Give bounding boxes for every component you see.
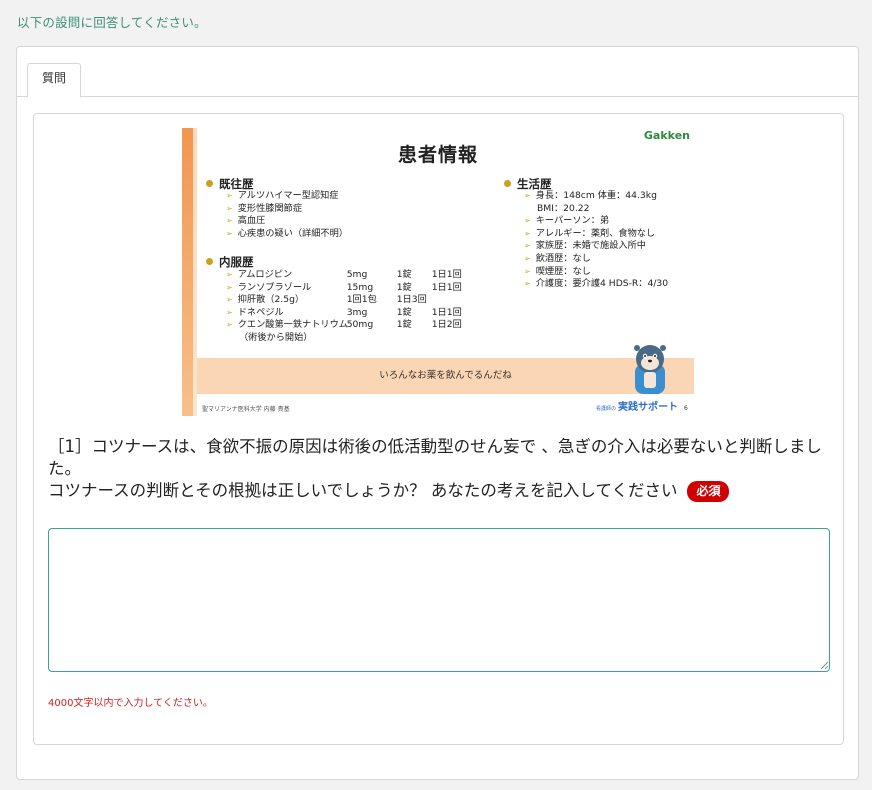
life-item: ➢ 家族歴：未婚で施設入所中 [524, 240, 646, 252]
meds-list: ➢ アムロジピン 5mg 1錠 1日1回 ➢ ランソプラゾール 15mg 1錠 1日1回 ➢ 抑肝散（… [226, 269, 462, 345]
meds-heading: 内服歴 [206, 254, 254, 270]
life-item: ➢ アレルギー：薬剤、食物なし [524, 227, 656, 239]
arrow-bullet-icon: ➢ [524, 191, 531, 200]
tab-question[interactable]: 質問 [27, 63, 81, 98]
tab-bar: 質問 [17, 47, 858, 98]
arrow-bullet-icon: ➢ [226, 228, 233, 238]
arrow-bullet-icon: ➢ [524, 228, 531, 238]
slide-title: 患者情報 [397, 144, 478, 166]
arrow-bullet-icon: ➢ [226, 270, 233, 279]
life-list: ➢ 身長：148cm 体重：44.3kg BMI：20.22 ➢ キーパーソン：弟 ➢ アレ… [524, 190, 668, 291]
med-item: ➢ ランソプラゾール 15mg 1錠 1日1回 [226, 281, 462, 293]
slide-page-number: 6 [684, 405, 688, 412]
arrow-bullet-icon: ➢ [524, 253, 531, 263]
arrow-bullet-icon: ➢ [524, 216, 531, 226]
history-list: ➢ アルツハイマー型認知症 ➢ 変形性膝関節症 ➢ 高血圧 ➢ 心疾患の疑い（詳細不明） [226, 190, 348, 240]
med-note: （術後から開始） [239, 331, 313, 343]
question-card: 患者情報 Gakken 既往歴 ➢ アルツハイマー型認知症 ➢ 変形性膝関節症 ➢ 高血圧… [33, 113, 844, 745]
slide-banner: いろんなお薬を飲んでるんだね [197, 358, 694, 394]
arrow-bullet-icon: ➢ [226, 295, 233, 305]
arrow-bullet-icon: ➢ [226, 216, 233, 226]
bullet-icon [504, 180, 511, 187]
life-item: ➢ キーパーソン：弟 [524, 215, 610, 227]
history-item: ➢ アルツハイマー型認知症 [226, 190, 339, 201]
arrow-bullet-icon: ➢ [524, 279, 531, 289]
patient-info-slide: 患者情報 Gakken 既往歴 ➢ アルツハイマー型認知症 ➢ 変形性膝関節症 ➢ 高血圧… [182, 128, 694, 416]
arrow-bullet-icon: ➢ [226, 203, 233, 213]
med-item: ➢ アムロジピン 5mg 1錠 1日1回 [226, 269, 462, 280]
arrow-bullet-icon: ➢ [524, 241, 531, 251]
otter-mascot-icon [634, 345, 666, 394]
history-item: ➢ 高血圧 [226, 215, 266, 227]
med-item: ➢ ドネペジル 3mg 1錠 1日1回 [226, 306, 462, 318]
life-item: ➢ 介護度：要介護4 HDS-R：4/30 [524, 278, 669, 290]
arrow-bullet-icon: ➢ [226, 191, 233, 200]
question-text: ［1］コツナースは、食欲不振の原因は術後の低活動型のせん妄で 、急ぎの介入は必要… [48, 436, 833, 502]
resize-grip-icon[interactable] [819, 660, 829, 670]
life-item: ➢ 飲酒歴：なし [524, 252, 591, 264]
history-item: ➢ 心疾患の疑い（詳細不明） [226, 227, 348, 239]
answer-textarea[interactable] [48, 528, 830, 672]
slide-credit: 聖マリアンナ医科大学 内藤 貴基 [202, 406, 290, 413]
question-panel: 質問 患者情報 Gakken 既往歴 ➢ アルツハイマー型認知症 ➢ 変形性膝関節症 ➢… [16, 46, 859, 780]
slide-footer-logo: 看護師の 実践サポート 6 [596, 402, 688, 413]
question-line-1: ［1］コツナースは、食欲不振の原因は術後の低活動型のせん妄で 、急ぎの介入は必要… [48, 437, 822, 478]
life-item: ➢ 喫煙歴：なし [524, 265, 591, 277]
bullet-icon [206, 180, 213, 187]
bullet-icon [206, 258, 213, 265]
instruction-text: 以下の設問に回答してください。 [17, 15, 207, 30]
arrow-bullet-icon: ➢ [226, 282, 233, 292]
med-item: ➢ 抑肝散（2.5g） 1回1包 1日3回 [226, 294, 427, 306]
required-badge: 必須 [687, 481, 730, 502]
brand-logo: Gakken [643, 129, 690, 142]
arrow-bullet-icon: ➢ [524, 266, 531, 276]
life-item: BMI：20.22 [537, 202, 590, 214]
character-limit-hint: 4000文字以内で入力してください。 [48, 698, 213, 709]
med-item: ➢ クエン酸第一鉄ナトリウム50mg 1錠 1日2回 [226, 319, 462, 331]
life-item: ➢ 身長：148cm 体重：44.3kg [524, 190, 657, 201]
history-item: ➢ 変形性膝関節症 [226, 202, 303, 214]
arrow-bullet-icon: ➢ [226, 307, 233, 317]
arrow-bullet-icon: ➢ [226, 320, 233, 330]
question-line-2: コツナースの判断とその根拠は正しいでしょうか？ あなたの考えを記入してください必… [48, 480, 833, 502]
